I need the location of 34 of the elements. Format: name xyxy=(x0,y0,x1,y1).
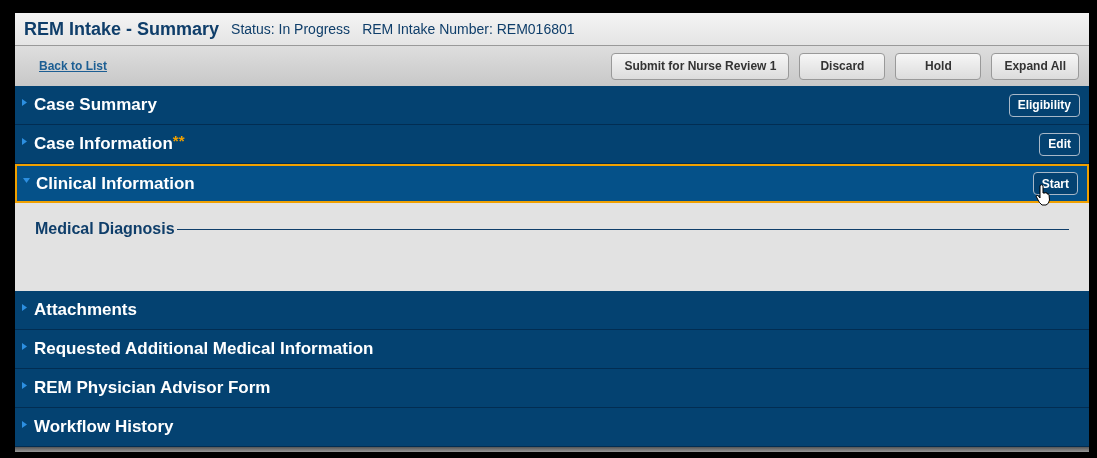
section-header[interactable]: Case Summary Eligibility xyxy=(15,86,1089,125)
toolbar-button[interactable]: Expand All xyxy=(991,52,1079,80)
section-header[interactable]: Case Information** Edit xyxy=(15,125,1089,164)
section-header[interactable]: Requested Additional Medical Information xyxy=(15,330,1089,369)
section-header[interactable]: Clinical Information Start xyxy=(15,164,1089,203)
section-button[interactable]: Edit xyxy=(1039,132,1080,156)
triangle-icon xyxy=(21,98,28,106)
triangle-icon xyxy=(21,342,28,350)
triangle-icon xyxy=(21,137,28,145)
section-title: REM Physician Advisor Form xyxy=(34,378,271,398)
section-header[interactable]: Attachments xyxy=(15,291,1089,330)
section-title: Clinical Information xyxy=(36,173,195,194)
status-text: Status: In Progress xyxy=(231,21,351,37)
section-button[interactable]: Start xyxy=(1032,172,1078,195)
required-marker: ** xyxy=(172,132,185,149)
section-header[interactable]: REM Physician Advisor Form xyxy=(15,369,1089,408)
section-title: Requested Additional Medical Information xyxy=(34,339,374,359)
section-header[interactable]: Workflow History xyxy=(15,408,1089,447)
toolbar-button[interactable]: Hold xyxy=(895,52,982,80)
intake-number: REM Intake Number: REM016801 xyxy=(362,21,575,37)
subsection-title: Medical Diagnosis xyxy=(35,220,175,238)
section-title: Workflow History xyxy=(34,417,174,437)
triangle-icon xyxy=(23,177,30,184)
triangle-icon xyxy=(21,381,28,389)
page-title: REM Intake - Summary xyxy=(24,18,220,40)
section-title: Case Information xyxy=(34,134,173,154)
back-link[interactable]: Back to List xyxy=(39,59,107,73)
section-title: Attachments xyxy=(34,300,137,320)
triangle-icon xyxy=(21,420,28,428)
toolbar-button[interactable]: Submit for Nurse Review 1 xyxy=(611,52,790,80)
section-title: Case Summary xyxy=(34,95,157,115)
section-button[interactable]: Eligibility xyxy=(1008,93,1080,117)
toolbar-button[interactable]: Discard xyxy=(799,52,886,80)
triangle-icon xyxy=(21,303,28,311)
